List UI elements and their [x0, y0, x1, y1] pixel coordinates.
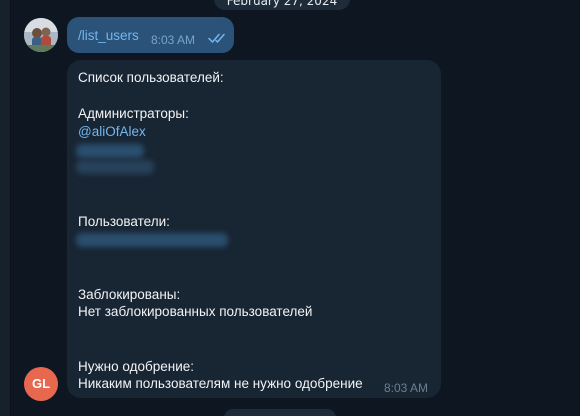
- user-avatar[interactable]: [24, 18, 58, 52]
- blurred-admin-2: [76, 160, 154, 174]
- users-label: Пользователи:: [78, 214, 170, 229]
- double-check-icon: [208, 33, 225, 43]
- approval-value: Никаким пользователям не нужно одобрение: [78, 376, 363, 391]
- blurred-admin-1: [76, 144, 144, 158]
- outgoing-message[interactable]: /list_users 8:03 AM: [67, 17, 234, 53]
- bottom-date-separator: [224, 409, 336, 416]
- admin-mention-link[interactable]: @aliOfAlex: [78, 124, 146, 139]
- message-time: 8:03 AM: [151, 33, 196, 47]
- chat-area: February 27, 2024 /list_users 8:03 AM Сп…: [0, 0, 580, 416]
- message-time: 8:03 AM: [384, 381, 429, 395]
- admins-label: Администраторы:: [78, 106, 189, 121]
- date-separator: February 27, 2024: [214, 0, 350, 10]
- list-heading: Список пользователей:: [78, 70, 224, 85]
- command-link[interactable]: /list_users: [78, 28, 139, 43]
- blurred-users: [76, 233, 228, 247]
- incoming-message[interactable]: Список пользователей: Администраторы: @a…: [67, 60, 441, 398]
- blocked-value: Нет заблокированных пользователей: [78, 304, 313, 319]
- bot-avatar[interactable]: GL: [24, 367, 58, 401]
- chat-list-edge: [0, 0, 11, 416]
- user-photo-icon: [24, 18, 58, 52]
- blocked-label: Заблокированы:: [78, 287, 181, 302]
- approval-label: Нужно одобрение:: [78, 359, 194, 374]
